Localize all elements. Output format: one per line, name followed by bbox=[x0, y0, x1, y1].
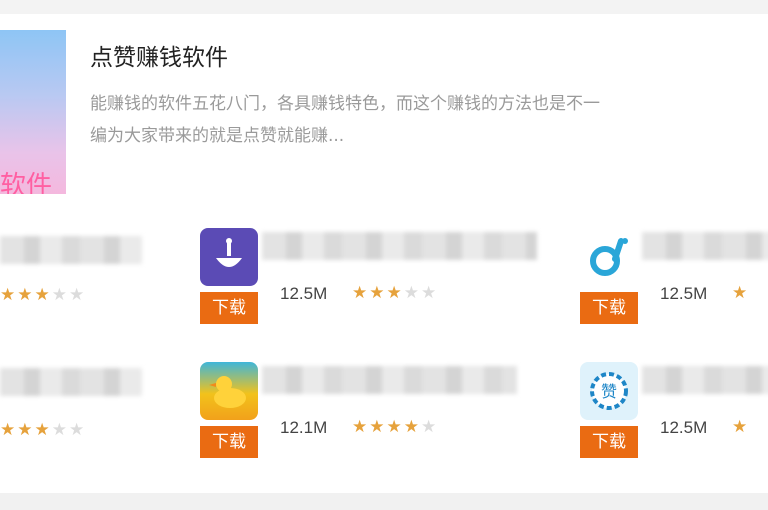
app-name-blurred[interactable] bbox=[262, 232, 537, 260]
app-rating-stars: ★★★★★ bbox=[352, 283, 439, 303]
download-button[interactable]: 下载 bbox=[580, 292, 638, 324]
d-logo-app-icon[interactable] bbox=[580, 228, 638, 286]
category-title[interactable]: 点赞赚钱软件 bbox=[90, 38, 228, 72]
app-rating-stars: ★★★★★ bbox=[0, 285, 87, 305]
category-description: 能赚钱的软件五花八门，各具赚钱特色，而这个赚钱的方法也是不一 编为大家带来的就是… bbox=[90, 88, 768, 152]
app-size: 12.1M bbox=[280, 418, 328, 437]
category-banner[interactable]: 软件 bbox=[0, 30, 66, 194]
rocket-app-icon[interactable] bbox=[200, 228, 258, 286]
duck-app-icon[interactable] bbox=[200, 362, 258, 420]
app-name-blurred[interactable] bbox=[642, 366, 768, 394]
bottom-divider bbox=[0, 493, 768, 510]
app-name-blurred[interactable] bbox=[262, 366, 517, 394]
app-size: 12.5M bbox=[660, 418, 708, 437]
description-line-1: 能赚钱的软件五花八门，各具赚钱特色，而这个赚钱的方法也是不一 bbox=[90, 94, 600, 114]
app-card: 下载 12.5M ★ bbox=[580, 228, 768, 338]
app-rating-stars: ★ bbox=[732, 283, 750, 303]
zan-badge-app-icon[interactable]: 赞 bbox=[580, 362, 638, 420]
app-card: 赞 下载 12.5M ★ bbox=[580, 362, 768, 472]
description-line-2: 编为大家带来的就是点赞就能赚... bbox=[90, 126, 345, 146]
app-rating-stars: ★★★★★ bbox=[352, 417, 439, 437]
app-rating-stars: ★ bbox=[732, 417, 750, 437]
app-size: 12.5M bbox=[280, 284, 328, 303]
app-rating-stars: ★★★★★ bbox=[0, 420, 87, 440]
app-name-blurred[interactable] bbox=[0, 368, 142, 396]
app-name-blurred[interactable] bbox=[642, 232, 768, 260]
svg-text:赞: 赞 bbox=[601, 382, 617, 401]
app-card: 下载 12.5M ★★★★★ bbox=[200, 228, 537, 338]
download-button[interactable]: 下载 bbox=[200, 292, 258, 324]
banner-text: 软件 bbox=[0, 171, 53, 194]
download-button[interactable]: 下载 bbox=[580, 426, 638, 458]
app-name-blurred[interactable] bbox=[0, 236, 142, 264]
top-divider bbox=[0, 0, 768, 14]
app-size: 12.5M bbox=[660, 284, 708, 303]
download-button[interactable]: 下载 bbox=[200, 426, 258, 458]
app-card: 下载 12.1M ★★★★★ bbox=[200, 362, 517, 472]
